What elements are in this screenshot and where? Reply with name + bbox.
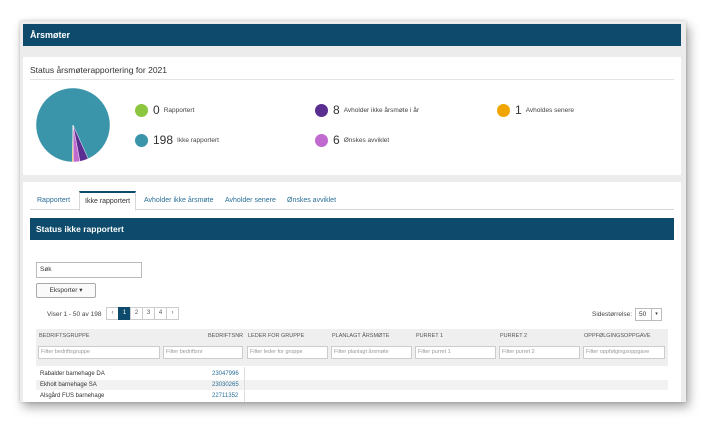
export-label: Eksporter bbox=[49, 287, 78, 294]
tab-onskes-avviklet[interactable]: Ønskes avviklet bbox=[282, 193, 341, 209]
section-header: Status ikke rapportert bbox=[30, 218, 674, 240]
search-input[interactable]: Søk bbox=[36, 262, 142, 278]
summary-title: Status årsmøterapportering for 2021 bbox=[30, 65, 168, 75]
status-pie-chart bbox=[35, 87, 111, 163]
cell-bedriftsnr-link[interactable]: 22711352 bbox=[212, 391, 238, 401]
col-header-planlagt[interactable]: PLANLAGT ÅRSMØTE bbox=[332, 333, 389, 339]
details-card: Rapportert Ikke rapportert Avholder ikke… bbox=[23, 182, 681, 402]
legend-count: 1 bbox=[515, 103, 522, 117]
table-row[interactable]: Ekholt barnehage SA 23030265 bbox=[36, 380, 668, 390]
col-header-purret2[interactable]: PURRET 2 bbox=[500, 333, 527, 339]
col-header-purret1[interactable]: PURRET 1 bbox=[416, 333, 443, 339]
legend-count: 6 bbox=[333, 133, 340, 147]
cell-bedriftsgruppe: Rabalder barnehage DA bbox=[40, 371, 105, 377]
tab-avholder-senere[interactable]: Avholder senere bbox=[220, 193, 281, 209]
page-header: Årsmøter bbox=[23, 24, 681, 46]
legend-label: Ønskes avviklet bbox=[343, 136, 390, 144]
cell-bedriftsgruppe: Ekholt barnehage SA bbox=[40, 382, 97, 388]
legend-label: Avholder ikke årsmøte i år bbox=[343, 106, 420, 114]
section-title: Status ikke rapportert bbox=[36, 224, 124, 234]
table-row[interactable]: Alsgård FUS barnehage 22711352 bbox=[36, 391, 668, 401]
app-window: Årsmøter Status årsmøterapportering for … bbox=[20, 21, 686, 402]
col-header-bedriftsgruppe[interactable]: BEDRIFTSGRUPPE bbox=[39, 333, 89, 339]
legend-ikke-rapportert: 198 Ikke rapportert bbox=[135, 133, 219, 147]
page-size-select[interactable]: 50 ▾ bbox=[635, 308, 662, 321]
filter-bedriftsgruppe[interactable]: Filter bedriftsgruppe bbox=[38, 346, 160, 359]
export-button[interactable]: Eksporter ▾ bbox=[36, 283, 96, 298]
page-size-label: Sidestørrelse: bbox=[592, 311, 633, 318]
filter-leder[interactable]: Filter leder for gruppe bbox=[247, 346, 328, 359]
legend-avholder-ikke: 8 Avholder ikke årsmøte i år bbox=[315, 103, 419, 117]
legend-label: Avholdes senere bbox=[525, 106, 574, 114]
legend-dot bbox=[135, 103, 148, 117]
filter-oppfolging[interactable]: Filter oppfølgingsoppgave bbox=[583, 346, 665, 359]
legend-label: Rapportert bbox=[163, 106, 195, 114]
cell-bedriftsgruppe: Alsgård FUS barnehage bbox=[40, 393, 105, 399]
legend-label: Ikke rapportert bbox=[177, 136, 219, 144]
legend-dot bbox=[315, 103, 328, 117]
filter-purret1[interactable]: Filter purret 1 bbox=[415, 346, 496, 359]
legend-count: 198 bbox=[153, 133, 174, 147]
legend-count: 0 bbox=[153, 103, 160, 117]
cell-bedriftsnr-link[interactable]: 23030265 bbox=[212, 380, 239, 390]
status-tabs: Rapportert Ikke rapportert Avholder ikke… bbox=[30, 189, 674, 211]
table-header: BEDRIFTSGRUPPE BEDRIFTSNR LEDER FOR GRUP… bbox=[36, 329, 668, 366]
legend-rapportert: 0 Rapportert bbox=[135, 103, 194, 117]
page-size-value: 50 bbox=[639, 311, 647, 318]
col-header-leder[interactable]: LEDER FOR GRUPPE bbox=[248, 333, 304, 339]
pager-summary: Viser 1 - 50 av 198 bbox=[47, 311, 102, 318]
cell-bedriftsnr-link[interactable]: 23047996 bbox=[212, 369, 239, 379]
legend-onskes-avviklet: 6 Ønskes avviklet bbox=[315, 133, 389, 147]
summary-card: Status årsmøterapportering for 2021 0 Ra… bbox=[23, 57, 681, 175]
chevron-down-icon: ▾ bbox=[651, 309, 661, 320]
pagination: ‹ 1 2 3 4 › bbox=[106, 307, 179, 320]
divider bbox=[30, 79, 674, 80]
filter-planlagt[interactable]: Filter planlagt årsmøte bbox=[331, 346, 412, 359]
tab-ikke-rapportert[interactable]: Ikke rapportert bbox=[79, 191, 137, 211]
col-header-bedriftsnr[interactable]: BEDRIFTSNR bbox=[208, 333, 243, 339]
search-value: Søk bbox=[40, 266, 52, 273]
col-header-oppfolging[interactable]: OPPFØLGINGSOPPGAVE bbox=[584, 333, 651, 339]
legend-avholdes-senere: 1 Avholdes senere bbox=[497, 103, 574, 117]
column-divider bbox=[244, 367, 245, 402]
legend-dot bbox=[135, 133, 148, 147]
filter-bedriftsnr[interactable]: Filter bedriftsnr bbox=[163, 346, 243, 359]
table-row[interactable]: Rabalder barnehage DA 23047996 bbox=[36, 369, 668, 379]
caret-down-icon: ▾ bbox=[79, 287, 83, 294]
legend-dot bbox=[497, 103, 510, 117]
tab-rapportert[interactable]: Rapportert bbox=[32, 193, 75, 209]
legend-count: 8 bbox=[333, 103, 340, 117]
legend-dot bbox=[315, 133, 328, 147]
filter-purret2[interactable]: Filter purret 2 bbox=[499, 346, 580, 359]
page-title: Årsmøter bbox=[30, 30, 71, 40]
next-page-button[interactable]: › bbox=[166, 307, 179, 320]
tab-avholder-ikke-arsmote[interactable]: Avholder ikke årsmøte bbox=[139, 193, 219, 209]
